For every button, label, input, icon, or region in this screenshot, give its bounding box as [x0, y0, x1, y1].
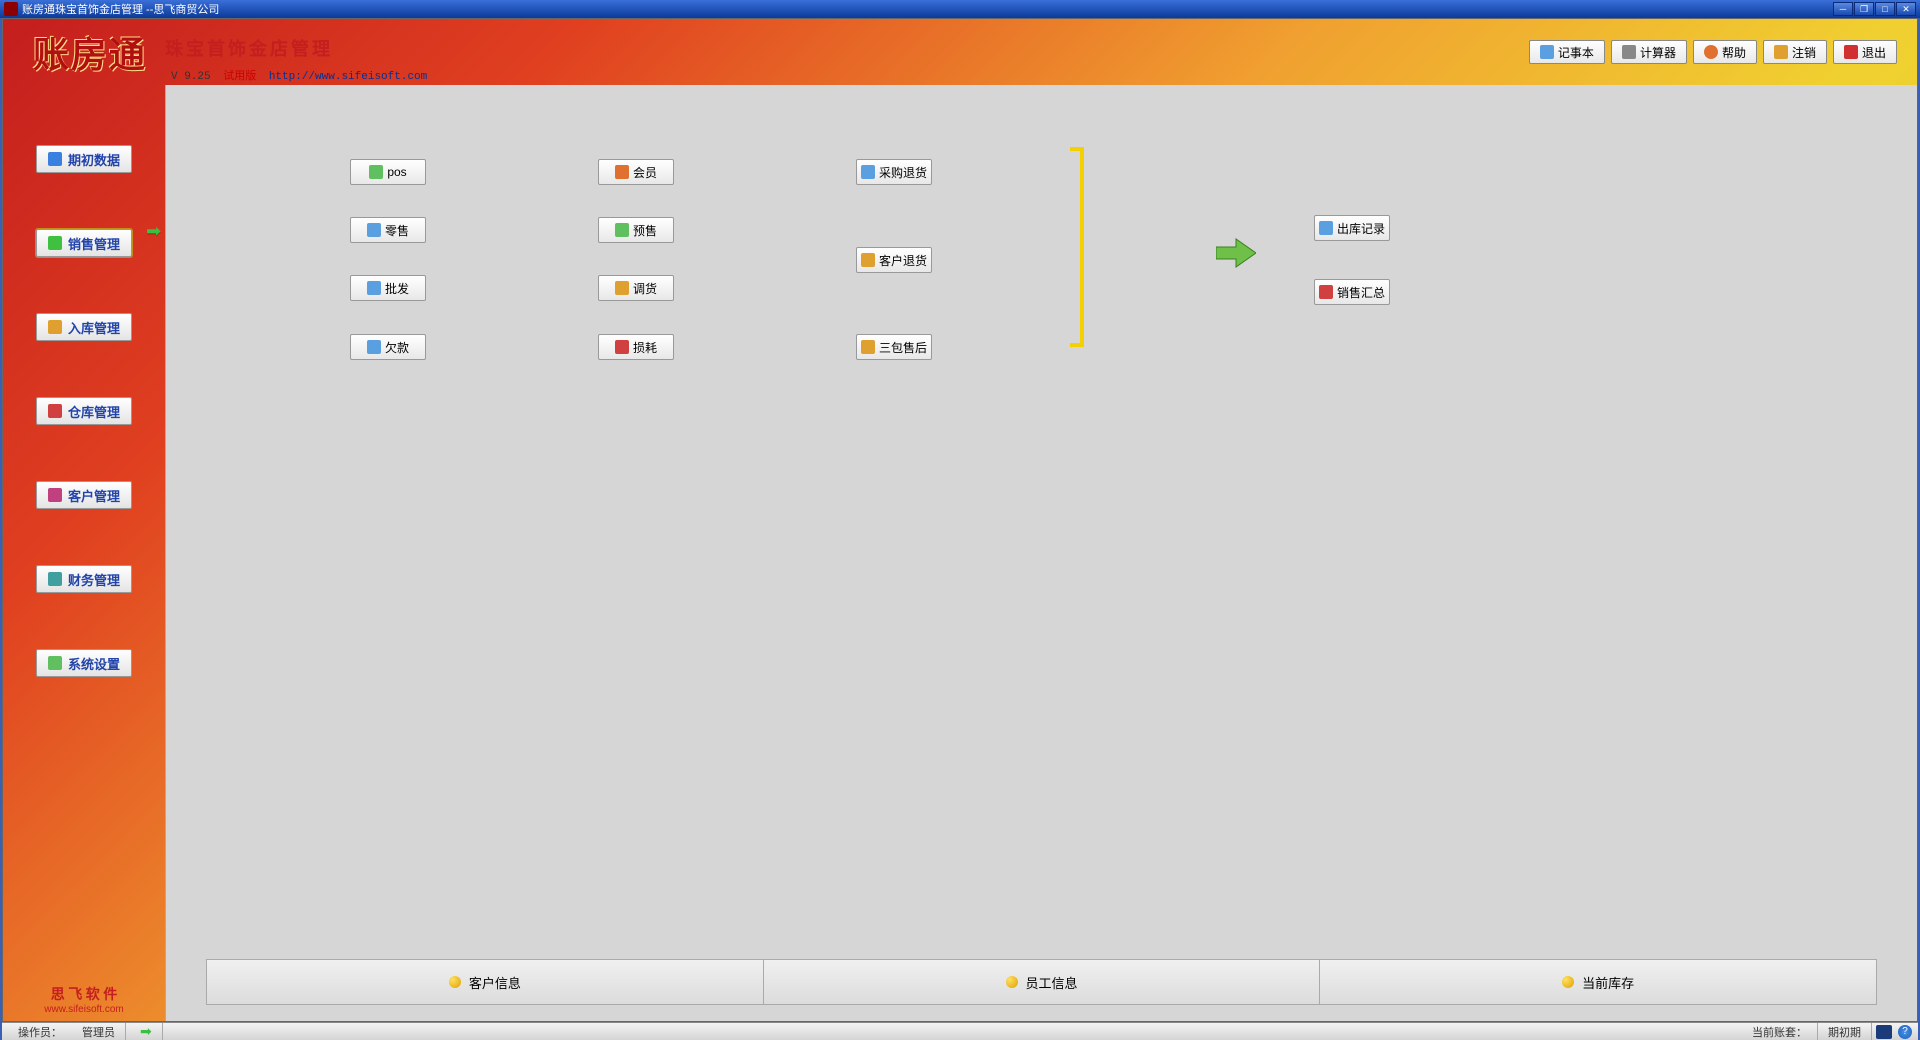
current-stock-button[interactable]: 当前库存	[1320, 960, 1876, 1004]
status-arrow: ➡	[126, 1023, 163, 1040]
sidebar: 期初数据 ➡ 销售管理 入库管理 仓库管理 客户管理 财务管理 系统设置 思 飞…	[3, 85, 165, 1021]
dot-icon	[1006, 976, 1018, 988]
wholesale-icon	[367, 281, 381, 295]
sidebar-item-settings[interactable]: 系统设置	[36, 649, 132, 677]
loss-icon	[615, 340, 629, 354]
subtitle: 珠宝首饰金店管理	[165, 35, 333, 61]
inbound-icon	[48, 320, 62, 334]
calculator-icon	[1622, 45, 1636, 59]
flow-arrow-icon	[1216, 237, 1256, 269]
purchase-return-icon	[861, 165, 875, 179]
active-arrow-icon: ➡	[146, 221, 161, 242]
trial-label: 试用版	[223, 71, 256, 83]
arrears-icon	[367, 340, 381, 354]
top-toolbar: 记事本 计算器 帮助 注销 退出	[1529, 40, 1897, 64]
help-tray-icon[interactable]: ?	[1898, 1025, 1912, 1039]
logout-icon	[1774, 45, 1788, 59]
purchase-return-button[interactable]: 采购退货	[856, 159, 932, 185]
app-icon	[4, 2, 18, 16]
wholesale-button[interactable]: 批发	[350, 275, 426, 301]
exit-icon	[1844, 45, 1858, 59]
dot-icon	[449, 976, 461, 988]
footer-brand: 思 飞 软 件 www.sifeisoft.com	[3, 984, 165, 1015]
out-record-button[interactable]: 出库记录	[1314, 215, 1390, 241]
member-button[interactable]: 会员	[598, 159, 674, 185]
sidebar-item-customer[interactable]: 客户管理	[36, 481, 132, 509]
window-title: 账房通珠宝首饰金店管理 --思飞商贸公司	[22, 1, 219, 17]
aftersales-icon	[861, 340, 875, 354]
operator-segment: 操作员： 管理员	[8, 1023, 126, 1040]
transfer-button[interactable]: 调货	[598, 275, 674, 301]
title-bar: 账房通珠宝首饰金店管理 --思飞商贸公司 ─ ❐ □ ✕	[0, 0, 1920, 18]
retail-icon	[367, 223, 381, 237]
customer-return-icon	[861, 253, 875, 267]
out-record-icon	[1319, 221, 1333, 235]
aftersales-button[interactable]: 三包售后	[856, 334, 932, 360]
minimize-button[interactable]: ─	[1833, 2, 1853, 16]
loss-button[interactable]: 损耗	[598, 334, 674, 360]
calculator-button[interactable]: 计算器	[1611, 40, 1687, 64]
logout-button[interactable]: 注销	[1763, 40, 1827, 64]
status-bar: 操作员： 管理员 ➡ 当前账套： 期初期 ?	[2, 1022, 1918, 1040]
restore-button[interactable]: ❐	[1854, 2, 1874, 16]
exit-button[interactable]: 退出	[1833, 40, 1897, 64]
pos-button[interactable]: pos	[350, 159, 426, 185]
sales-summary-button[interactable]: 销售汇总	[1314, 279, 1390, 305]
sidebar-item-inbound[interactable]: 入库管理	[36, 313, 132, 341]
presale-icon	[615, 223, 629, 237]
customer-return-button[interactable]: 客户退货	[856, 247, 932, 273]
maximize-button[interactable]: □	[1875, 2, 1895, 16]
website-url[interactable]: http://www.sifeisoft.com	[269, 71, 427, 83]
arrears-button[interactable]: 欠款	[350, 334, 426, 360]
member-icon	[615, 165, 629, 179]
header: 账房通 珠宝首饰金店管理 V 9.25 试用版 http://www.sifei…	[3, 19, 1917, 85]
version-line: V 9.25 试用版 http://www.sifeisoft.com	[171, 67, 427, 83]
settings-icon	[48, 656, 62, 670]
group-bracket	[1070, 147, 1084, 347]
sales-icon	[48, 236, 62, 250]
current-set-segment: 当前账套：	[1742, 1023, 1818, 1040]
staff-info-button[interactable]: 员工信息	[764, 960, 1321, 1004]
notepad-button[interactable]: 记事本	[1529, 40, 1605, 64]
arrow-icon: ➡	[140, 1023, 152, 1040]
notepad-icon	[1540, 45, 1554, 59]
bottom-bar: 客户信息 员工信息 当前库存	[206, 959, 1877, 1005]
finance-icon	[48, 572, 62, 586]
help-icon	[1704, 45, 1718, 59]
pos-icon	[369, 165, 383, 179]
sidebar-item-sales[interactable]: 销售管理	[36, 229, 132, 257]
version: V 9.25	[171, 71, 211, 83]
sales-summary-icon	[1319, 285, 1333, 299]
help-button[interactable]: 帮助	[1693, 40, 1757, 64]
tray-icon[interactable]	[1876, 1025, 1892, 1039]
presale-button[interactable]: 预售	[598, 217, 674, 243]
logo: 账房通	[33, 26, 147, 78]
customer-info-button[interactable]: 客户信息	[207, 960, 764, 1004]
dot-icon	[1562, 976, 1574, 988]
content-area: pos 会员 采购退货 零售 预售 客户退货 批发 调货 欠款 损耗 三包售后 …	[165, 85, 1917, 1021]
body: 期初数据 ➡ 销售管理 入库管理 仓库管理 客户管理 财务管理 系统设置 思 飞…	[3, 85, 1917, 1021]
customer-icon	[48, 488, 62, 502]
sidebar-item-initial-data[interactable]: 期初数据	[36, 145, 132, 173]
retail-button[interactable]: 零售	[350, 217, 426, 243]
warehouse-icon	[48, 404, 62, 418]
sidebar-item-finance[interactable]: 财务管理	[36, 565, 132, 593]
period-segment: 期初期	[1818, 1023, 1872, 1040]
sidebar-item-warehouse[interactable]: 仓库管理	[36, 397, 132, 425]
close-button[interactable]: ✕	[1896, 2, 1916, 16]
initial-data-icon	[48, 152, 62, 166]
app-frame: 账房通 珠宝首饰金店管理 V 9.25 试用版 http://www.sifei…	[2, 18, 1918, 1022]
transfer-icon	[615, 281, 629, 295]
